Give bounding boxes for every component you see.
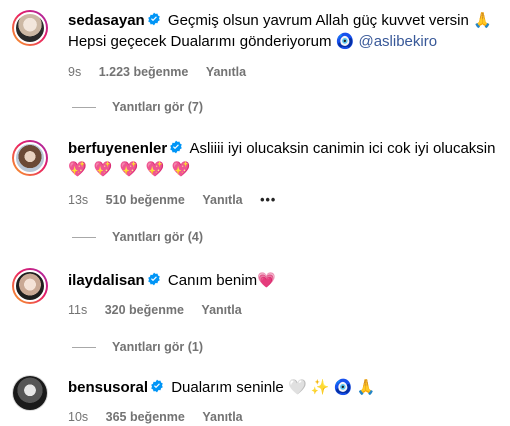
sparkling-heart-emoji: 💖 [171,160,191,178]
username[interactable]: sedasayan [68,12,145,29]
comment-text-line1: Asliiii iyi olucaksin canimin ici cok iy… [189,140,496,157]
verified-badge-icon [147,12,160,26]
username[interactable]: bensusoral [68,379,148,396]
comment-text: ilaydalisan Canım benim💗 [68,270,502,291]
avatar[interactable] [12,268,48,304]
sparkling-heart-emoji: 💖 [68,160,87,178]
divider-line [72,106,96,108]
timestamp[interactable]: 9s [68,65,81,79]
comment-meta: 9s 1.223 beğenme Yanıtla [68,64,502,80]
comment-text-line2: Hepsi geçecek Dualarımı gönderiyorum [68,33,332,50]
avatar[interactable] [12,10,48,46]
view-replies-label: Yanıtları gör (4) [112,230,203,244]
sparkles-emoji: ✨ [310,378,330,396]
view-replies-button[interactable]: Yanıtları gör (7) [72,100,203,114]
nazar-emoji: 🧿 [335,32,355,50]
comment-meta: 11s 320 beğenme Yanıtla [68,302,502,318]
timestamp[interactable]: 11s [68,303,87,317]
timestamp[interactable]: 10s [68,410,88,424]
sparkling-heart-emoji: 💖 [145,160,165,178]
comment-text-line1: Canım benim [167,272,258,289]
sparkling-heart-emoji: 💖 [119,160,139,178]
comment-text-line1: Dualarım seninle [171,379,284,396]
like-count[interactable]: 1.223 beğenme [99,65,189,79]
hearts-row: 💖 💖 💖 💖 💖 [68,160,193,178]
timestamp[interactable]: 13s [68,193,88,207]
reply-button[interactable]: Yanıtla [201,303,241,317]
verified-badge-icon [151,379,163,393]
comment-meta: 10s 365 beğenme Yanıtla [68,409,502,425]
reply-button[interactable]: Yanıtla [202,193,242,207]
avatar[interactable] [12,375,48,411]
mention-link[interactable]: @aslibekiro [358,33,437,50]
view-replies-button[interactable]: Yanıtları gör (1) [72,340,203,354]
like-count[interactable]: 510 beğenme [106,193,185,207]
username[interactable]: berfuyenenler [68,140,167,157]
reply-button[interactable]: Yanıtla [206,65,246,79]
like-count[interactable]: 320 beğenme [105,303,184,317]
username[interactable]: ilaydalisan [68,272,145,289]
avatar[interactable] [12,140,48,176]
view-replies-label: Yanıtları gör (7) [112,100,203,114]
growing-heart-emoji: 💗 [257,271,276,289]
praying-hands-emoji: 🙏 [473,11,492,29]
view-replies-button[interactable]: Yanıtları gör (4) [72,230,203,244]
comment-text: bensusoral Dualarım seninle 🤍 ✨ 🧿 🙏 [68,377,502,398]
like-count[interactable]: 365 beğenme [106,410,185,424]
white-heart-emoji: 🤍 [287,378,307,396]
more-options-icon[interactable]: ••• [260,193,276,207]
praying-hands-emoji: 🙏 [356,378,376,396]
comment-text: sedasayan Geçmiş olsun yavrum Allah güç … [68,10,502,52]
verified-badge-icon [147,272,160,286]
comment-text: berfuyenenler Asliiii iyi olucaksin cani… [68,138,502,180]
divider-line [72,346,96,348]
sparkling-heart-emoji: 💖 [93,160,113,178]
verified-badge-icon [170,140,182,154]
comment-text-line1: Geçmiş olsun yavrum Allah güç kuvvet ver… [167,12,469,29]
comment-meta: 13s 510 beğenme Yanıtla ••• [68,192,502,208]
view-replies-label: Yanıtları gör (1) [112,340,203,354]
divider-line [72,236,96,238]
reply-button[interactable]: Yanıtla [202,410,242,424]
nazar-emoji: 🧿 [333,378,353,396]
